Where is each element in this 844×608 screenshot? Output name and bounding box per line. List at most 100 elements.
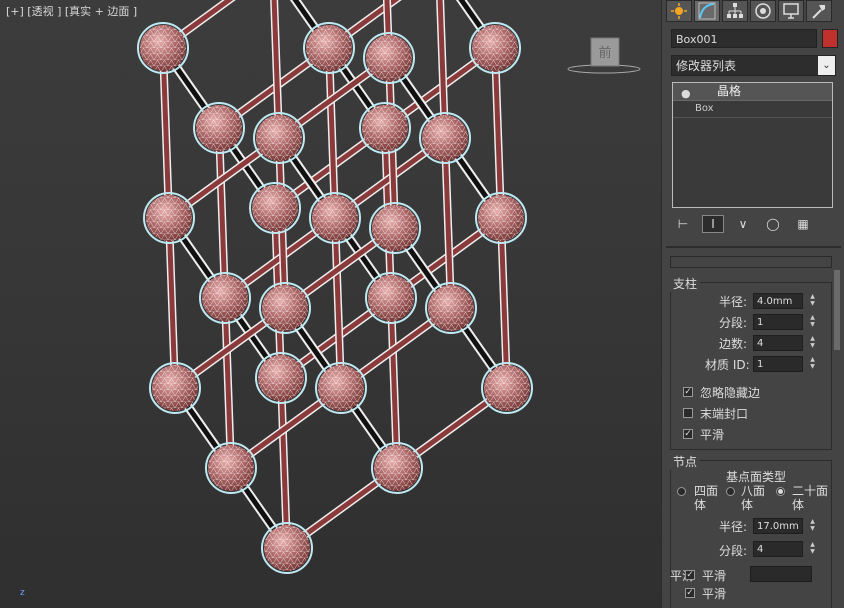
struts-title: 支柱 — [670, 275, 701, 292]
motion-tab[interactable] — [750, 0, 776, 22]
axis-label: z — [20, 588, 25, 598]
panel-scrollbar[interactable] — [834, 270, 840, 350]
viewcube[interactable]: 前 — [566, 36, 642, 76]
lattice-node-wire — [252, 185, 298, 231]
command-panel-tabs — [666, 0, 832, 24]
lattice-node-wire — [208, 445, 254, 491]
remove-modifier-icon[interactable]: ◯ — [762, 215, 784, 233]
stack-toolbar: ⊢ I ∨ ◯ ▦ — [672, 214, 835, 234]
joint-segments-spinner[interactable]: ▲ ▼ — [808, 541, 817, 557]
joint-smooth2-checkbox[interactable]: ✓ — [685, 588, 695, 598]
sun-icon — [671, 3, 687, 19]
lattice-node-wire — [306, 25, 352, 71]
make-unique-icon[interactable]: ∨ — [732, 215, 754, 233]
joint-radius-spinner[interactable]: ▲ ▼ — [808, 518, 817, 534]
utilities-tab[interactable] — [806, 0, 832, 22]
lattice-node-wire — [312, 195, 358, 241]
stack-item-box[interactable]: Box — [673, 101, 832, 118]
joint-segments-label: 分段: — [719, 544, 748, 558]
divider — [666, 246, 841, 248]
configure-modifier-sets-icon[interactable]: ▦ — [792, 215, 814, 233]
modifier-list-dropdown[interactable]: 修改器列表 ⌄ — [671, 55, 836, 76]
extra-field[interactable] — [750, 566, 812, 582]
lattice-model[interactable] — [0, 0, 661, 608]
icosa-label: 二十面体 — [792, 484, 829, 512]
pin-stack-icon[interactable]: ⊢ — [672, 215, 694, 233]
strut-smooth-label: 平滑 — [700, 428, 725, 442]
joint-smooth-label: 平滑 — [702, 569, 727, 583]
octa-label: 八面体 — [741, 484, 766, 512]
lattice-node-wire — [484, 365, 530, 411]
motion-icon — [755, 3, 771, 19]
show-end-result-icon[interactable]: I — [702, 215, 724, 233]
modify-tab[interactable] — [694, 0, 720, 22]
strut-smooth-checkbox[interactable]: ✓ — [683, 429, 693, 439]
strut-sides-field[interactable]: 4 — [753, 335, 803, 351]
icosa-radio[interactable] — [776, 487, 785, 496]
lattice-node-wire — [152, 365, 198, 411]
joint-smooth2-label: 平滑 — [702, 587, 727, 601]
lightbulb-icon[interactable]: ● — [681, 85, 691, 102]
lattice-node-wire — [264, 525, 310, 571]
tetra-label: 四面体 — [694, 484, 719, 512]
create-tab[interactable] — [666, 0, 692, 22]
lattice-node-wire — [368, 275, 414, 321]
hammer-icon — [812, 5, 825, 19]
curve-icon — [698, 2, 716, 20]
joint-segments-field[interactable]: 4 — [753, 541, 803, 557]
strut-material-field[interactable]: 1 — [753, 356, 803, 372]
end-caps-label: 末端封口 — [700, 407, 749, 421]
octa-radio[interactable] — [726, 487, 735, 496]
joint-radius-field[interactable]: 17.0mm — [753, 518, 803, 534]
strut-segments-label: 分段: — [719, 316, 748, 330]
display-icon — [783, 3, 799, 19]
strut-segments-spinner[interactable]: ▲ ▼ — [808, 314, 817, 330]
geodesic-base-label: 基点面类型 — [726, 470, 787, 484]
lattice-node-wire — [472, 25, 518, 71]
lattice-node-wire — [422, 115, 468, 161]
display-tab[interactable] — [778, 0, 804, 22]
lattice-node-wire — [146, 195, 192, 241]
strut-material-spinner[interactable]: ▲ ▼ — [808, 356, 817, 372]
lattice-node-wire — [374, 445, 420, 491]
lattice-node-wire — [256, 115, 302, 161]
strut-radius-spinner[interactable]: ▲ ▼ — [808, 293, 817, 309]
modifier-list-label: 修改器列表 — [676, 59, 737, 73]
joint-smooth-checkbox[interactable]: ✓ — [685, 570, 695, 580]
strut-radius-label: 半径: — [719, 295, 748, 309]
stack-item-label: 晶格 — [717, 84, 742, 98]
object-name-field[interactable]: Box001 — [671, 29, 817, 48]
lattice-node-wire — [318, 365, 364, 411]
object-color-swatch[interactable] — [822, 29, 838, 48]
strut-sides-spinner[interactable]: ▲ ▼ — [808, 335, 817, 351]
joints-title: 节点 — [670, 453, 701, 470]
lattice-node-wire — [202, 275, 248, 321]
lattice-node-wire — [362, 105, 408, 151]
lattice-node-wire — [262, 285, 308, 331]
strut-segments-field[interactable]: 1 — [753, 314, 803, 330]
lattice-node-wire — [478, 195, 524, 241]
strut-material-label: 材质 ID: — [705, 358, 750, 372]
rollout-top — [670, 256, 832, 268]
lattice-node-wire — [366, 35, 412, 81]
end-caps-checkbox[interactable] — [683, 408, 693, 418]
strut-radius-field[interactable]: 4.0mm — [753, 293, 803, 309]
ignore-hidden-checkbox[interactable]: ✓ — [683, 387, 693, 397]
lattice-node-wire — [258, 355, 304, 401]
viewcube-face: 前 — [598, 45, 611, 61]
lattice-node-wire — [428, 285, 474, 331]
lattice-node-wire — [140, 25, 186, 71]
ignore-hidden-label: 忽略隐藏边 — [700, 386, 761, 400]
hierarchy-tab[interactable] — [722, 0, 748, 22]
command-panel: Box001 修改器列表 ⌄ ● 晶格 Box ⊢ I ∨ ◯ ▦ 支柱 半径:… — [661, 0, 844, 608]
stack-item-lattice[interactable]: ● 晶格 — [673, 83, 832, 101]
perspective-viewport[interactable]: [+] [透视 ] [真实 + 边面 ] 前 z — [0, 0, 661, 608]
joint-radius-label: 半径: — [719, 520, 748, 534]
lattice-node-wire — [196, 105, 242, 151]
tetra-radio[interactable] — [677, 487, 686, 496]
strut-sides-label: 边数: — [719, 337, 748, 351]
hierarchy-icon — [727, 3, 743, 18]
chevron-down-icon[interactable]: ⌄ — [818, 56, 835, 75]
lattice-node-wire — [372, 205, 418, 251]
modifier-stack[interactable]: ● 晶格 Box — [672, 82, 833, 208]
